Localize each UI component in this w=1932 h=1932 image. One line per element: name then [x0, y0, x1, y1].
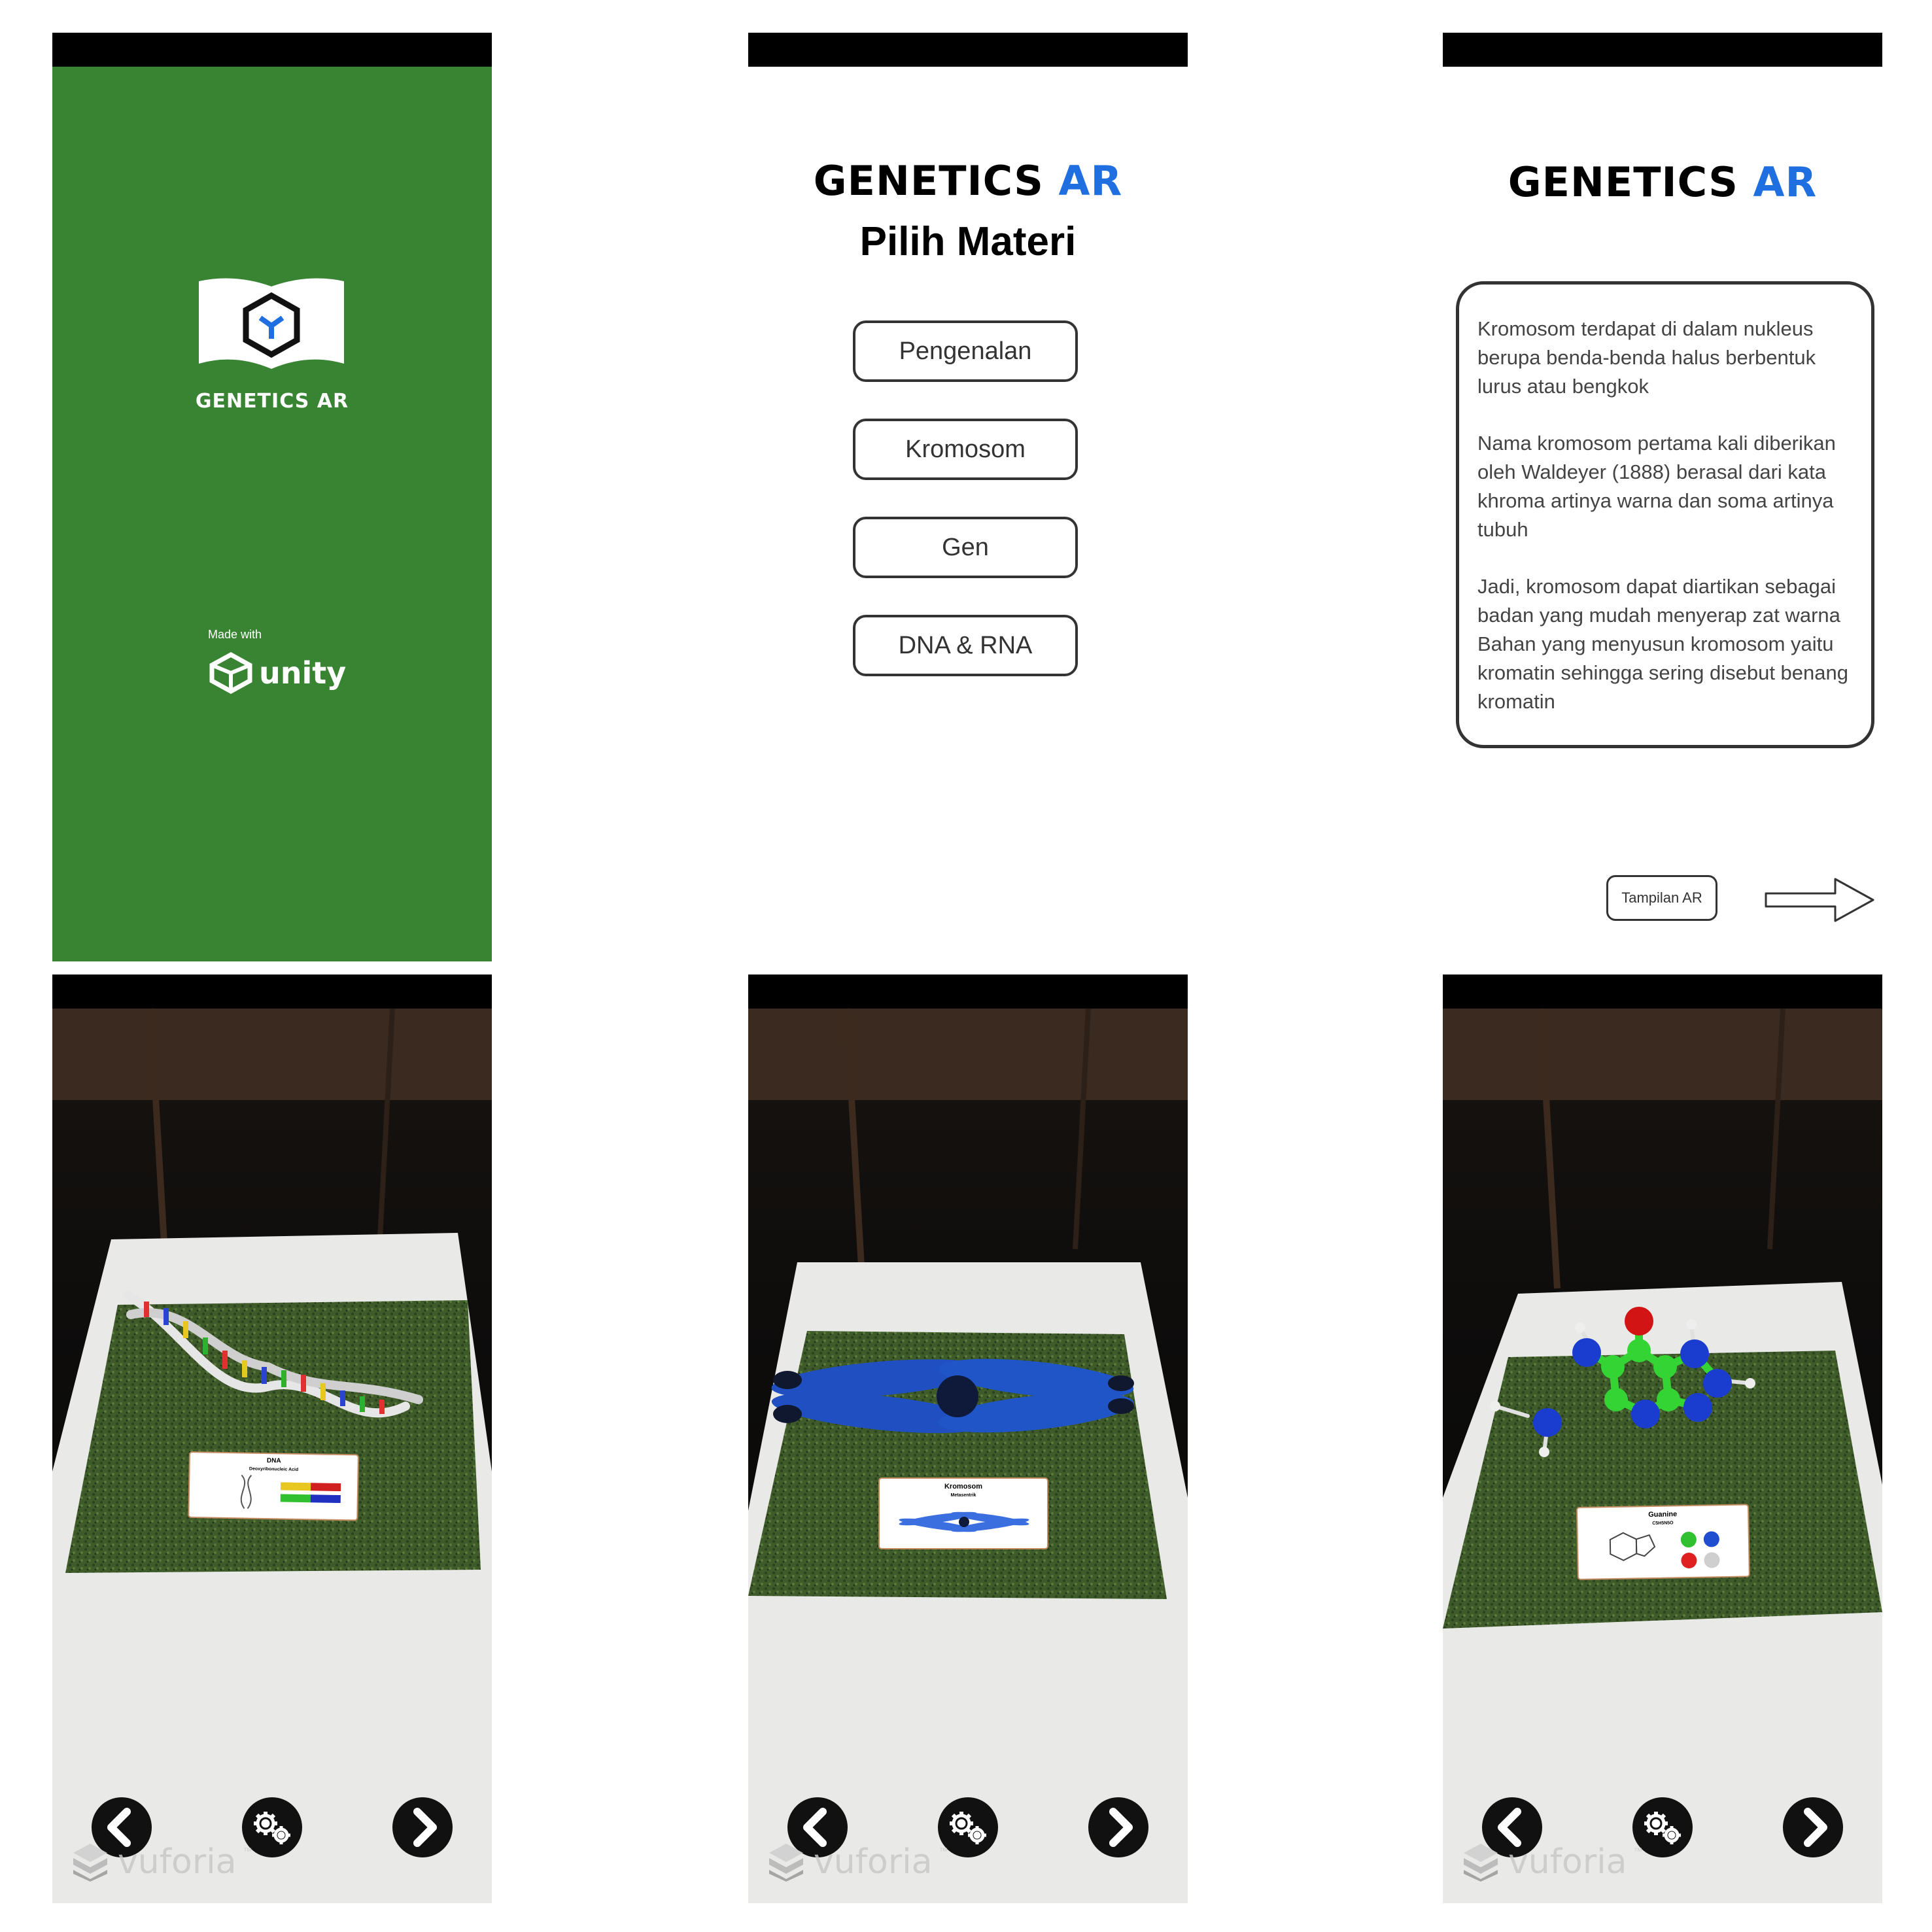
vuforia-logo-icon [1464, 1844, 1498, 1882]
status-bar [52, 33, 492, 67]
vuforia-watermark: vuforia ™ [69, 1839, 252, 1885]
next-button[interactable] [1782, 1796, 1844, 1859]
app-title-accent: AR [1753, 158, 1818, 206]
app-title: GENETICS AR [1443, 158, 1882, 206]
card-subtitle: Metasentrik [951, 1493, 976, 1498]
splash-background [52, 67, 492, 961]
ar-screen-kromosom: Kromosom Metasentrik vuforia ™ [748, 975, 1188, 1903]
ar-info-card: Kromosom Metasentrik [878, 1477, 1048, 1549]
card-title: Guanine [1648, 1510, 1677, 1519]
splash-screen: GENETICS AR Made with unity [52, 33, 492, 961]
arrow-right-icon[interactable] [1763, 876, 1876, 923]
ar-camera-view: Kromosom Metasentrik [748, 975, 1188, 1903]
app-title-accent: AR [1058, 157, 1123, 205]
vuforia-logo-icon [73, 1844, 107, 1882]
cube-logo-icon [199, 278, 344, 369]
vuforia-logo-icon [769, 1844, 803, 1882]
vuforia-wordmark: vuforia [118, 1842, 237, 1882]
info-screen: GENETICS AR Kromosom terdapat di dalam n… [1443, 33, 1882, 961]
vuforia-wordmark: vuforia [1508, 1842, 1627, 1882]
menu-screen: GENETICS AR Pilih Materi Pengenalan Krom… [748, 33, 1188, 961]
card-subtitle: C5H5N5O [1652, 1521, 1674, 1526]
made-with-label: Made with [208, 628, 262, 641]
card-subtitle: Deoxyribonucleic Acid [249, 1467, 298, 1472]
info-paragraph: Kromosom terdapat di dalam nukleus berup… [1477, 317, 1816, 398]
unity-wordmark: unity [259, 655, 347, 691]
ar-info-card: DNA Deoxyribonucleic Acid [188, 1451, 359, 1521]
info-paragraph: Jadi, kromosom dapat diartikan sebagai b… [1477, 575, 1848, 713]
app-title-main: GENETICS [813, 157, 1044, 205]
ar-info-card: Guanine C5H5N5O [1576, 1504, 1750, 1580]
unity-badge: unity [208, 650, 346, 696]
menu-button-dna-rna[interactable]: DNA & RNA [853, 615, 1078, 676]
card-title: Kromosom [944, 1483, 982, 1491]
menu-button-kromosom[interactable]: Kromosom [853, 419, 1078, 480]
unity-logo-icon [209, 652, 252, 694]
next-button[interactable] [1087, 1796, 1150, 1859]
app-title-main: GENETICS [1508, 158, 1738, 206]
menu-subtitle: Pilih Materi [859, 219, 1077, 264]
status-bar [748, 33, 1188, 67]
menu-button-gen[interactable]: Gen [853, 517, 1078, 578]
vuforia-wordmark: vuforia [814, 1842, 933, 1882]
ar-camera-view: DNA Deoxyribonucleic Acid [52, 975, 492, 1903]
menu-button-pengenalan[interactable]: Pengenalan [853, 320, 1078, 382]
ar-screen-dna: DNA Deoxyribonucleic Acid vuforia ™ [52, 975, 492, 1903]
info-text-box: Kromosom terdapat di dalam nukleus berup… [1456, 281, 1874, 748]
splash-app-name: GENETICS AR [195, 390, 349, 413]
vuforia-trademark: ™ [1633, 1846, 1643, 1856]
ar-camera-view: Guanine C5H5N5O [1443, 975, 1882, 1903]
info-paragraph: Nama kromosom pertama kali diberikan ole… [1477, 432, 1836, 541]
ar-view-button[interactable]: Tampilan AR [1606, 875, 1717, 921]
next-button[interactable] [391, 1796, 454, 1859]
ar-screen-guanine: Guanine C5H5N5O vuforia ™ [1443, 975, 1882, 1903]
app-title: GENETICS AR [748, 157, 1188, 205]
vuforia-watermark: vuforia ™ [1460, 1839, 1643, 1885]
vuforia-trademark: ™ [939, 1846, 948, 1856]
card-title: DNA [267, 1457, 281, 1464]
vuforia-trademark: ™ [243, 1846, 252, 1856]
vuforia-watermark: vuforia ™ [765, 1839, 948, 1885]
status-bar [1443, 33, 1882, 67]
